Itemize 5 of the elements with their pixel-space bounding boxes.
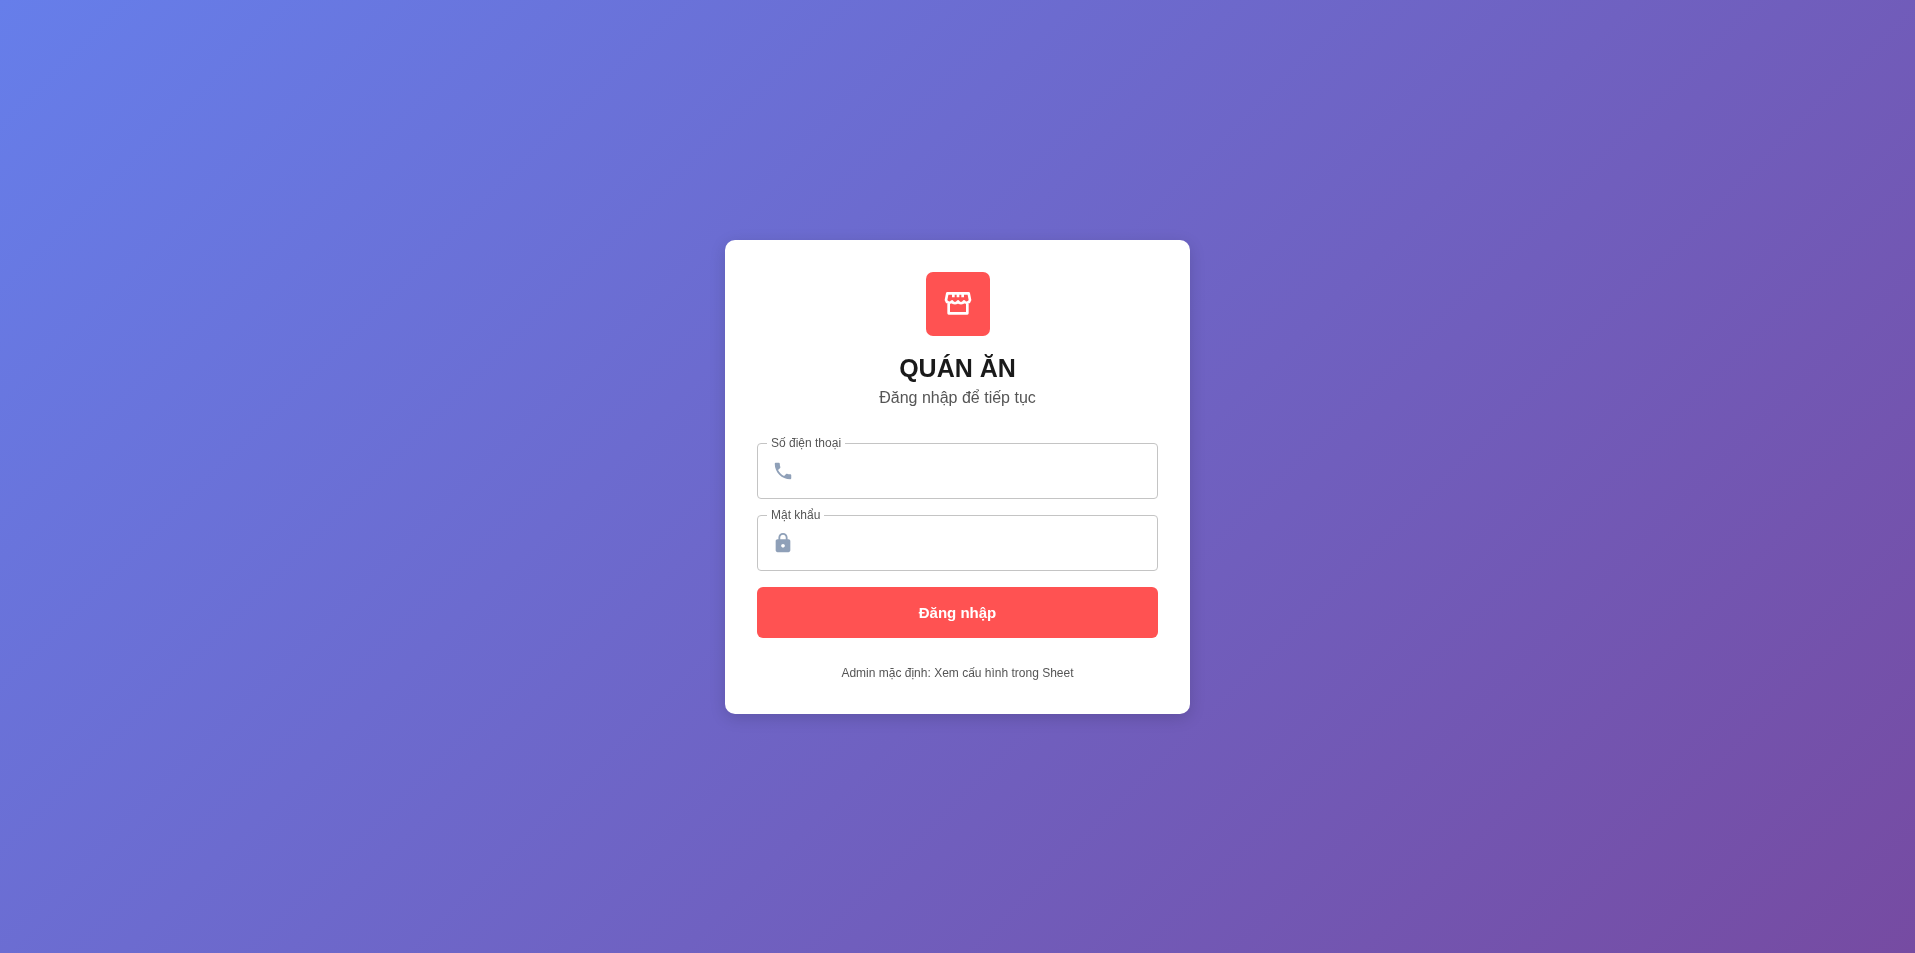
admin-note: Admin mặc định: Xem cấu hình trong Sheet [841, 665, 1074, 680]
field-label: Mật khẩu [767, 507, 825, 522]
app-title: QUÁN ĂN [899, 353, 1016, 383]
subtitle: Đăng nhập để tiếp tục [879, 388, 1036, 407]
field-label: Số điện thoại [767, 435, 846, 450]
